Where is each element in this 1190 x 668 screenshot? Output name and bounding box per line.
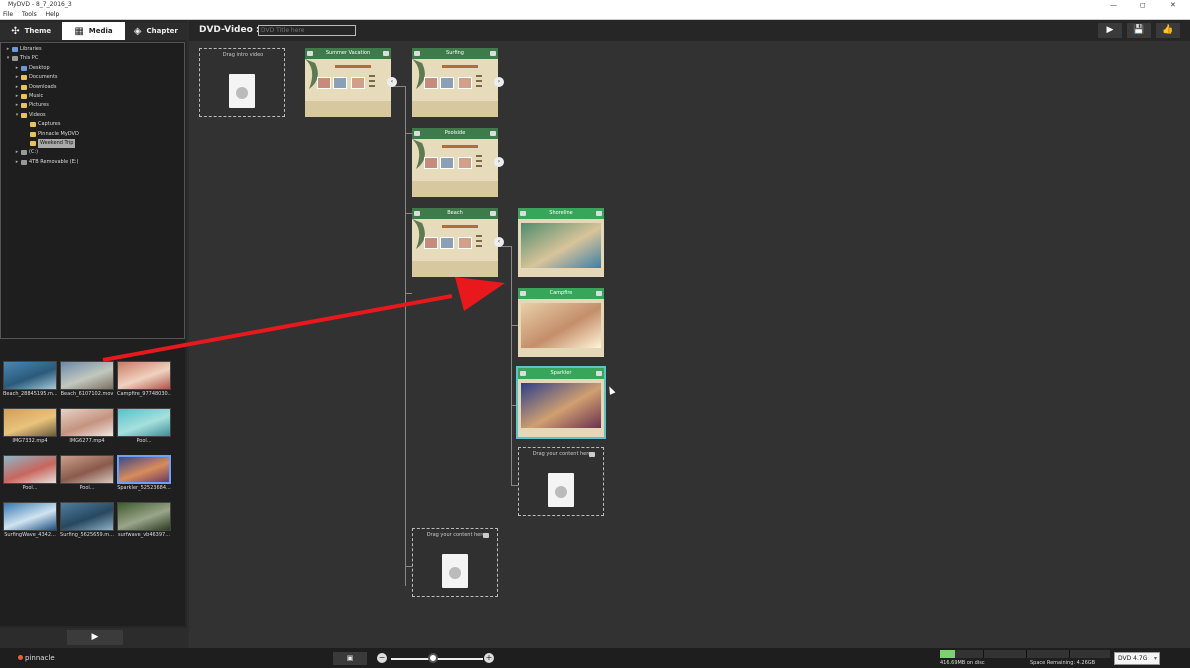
- chevron-down-icon: ▾: [1153, 655, 1157, 662]
- zoom-slider-handle[interactable]: [428, 653, 439, 663]
- mydvd-window: MyDVD - 8_7_2016_3 — ◻ ✕ File Tools Help…: [0, 0, 1190, 668]
- disc-type-value: DVD 4.7G: [1118, 655, 1148, 662]
- disc-usage-fill: [940, 650, 955, 658]
- zoom-in-button[interactable]: +: [484, 653, 494, 663]
- space-remaining-text: Space Remaining: 4.26GB: [1030, 660, 1096, 666]
- plus-icon: +: [485, 653, 493, 662]
- disc-type-select[interactable]: DVD 4.7G ▾: [1114, 652, 1160, 665]
- pinnacle-logo-icon: [18, 655, 23, 660]
- fit-to-window-button[interactable]: ▣: [333, 652, 367, 665]
- drag-annotation-arrow: [102, 277, 505, 362]
- disc-used-text: 416.69MB on disc: [940, 660, 985, 666]
- brand-logo: pinnacle: [18, 654, 55, 662]
- brand-label: pinnacle: [25, 654, 55, 662]
- fit-icon: ▣: [346, 654, 354, 662]
- disc-usage-bar: [940, 650, 1110, 658]
- zoom-out-button[interactable]: −: [377, 653, 387, 663]
- status-bar: pinnacle ▣ − + 416.69MB on disc Space Re…: [0, 648, 1190, 668]
- minus-icon: −: [378, 653, 386, 662]
